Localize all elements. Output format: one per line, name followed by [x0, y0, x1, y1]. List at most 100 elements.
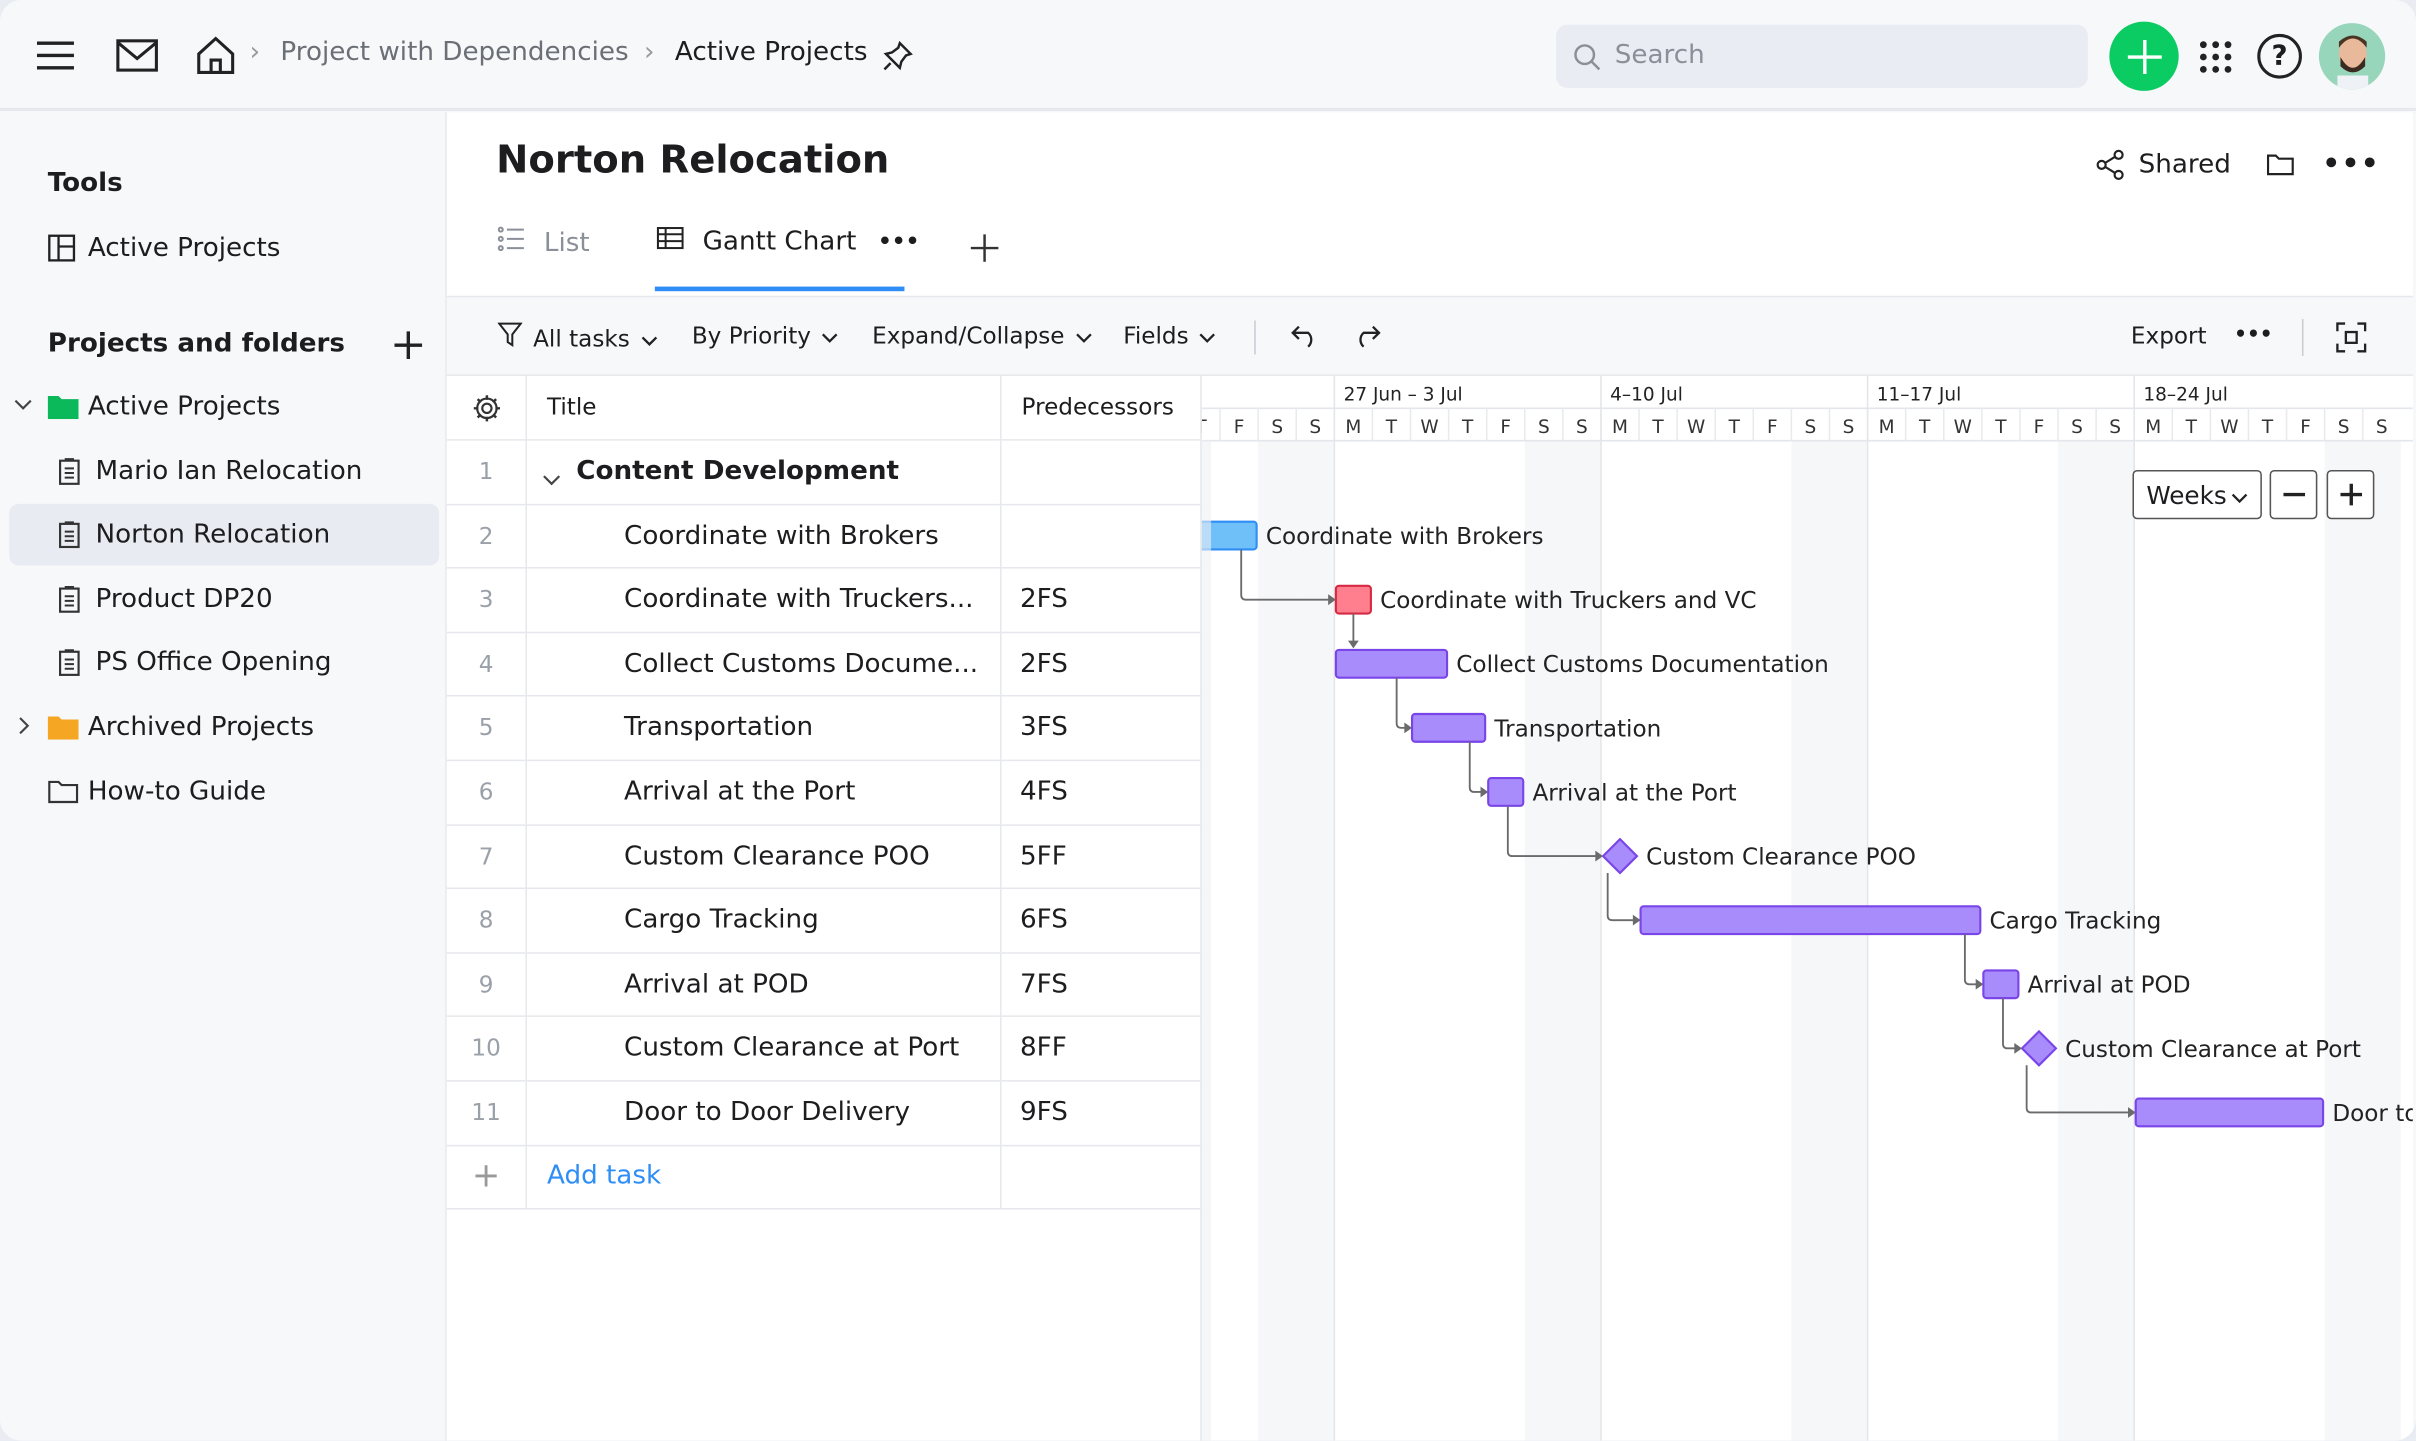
task-predecessors[interactable]: 3FS	[1020, 697, 1068, 760]
task-bar-label[interactable]: Transportation	[1493, 716, 1661, 742]
task-title[interactable]: Content Development	[527, 440, 1002, 504]
sidebar-item-product-dp20[interactable]: Product DP20	[9, 569, 439, 631]
sidebar-item-active-projects[interactable]: Active Projects	[9, 376, 439, 438]
table-row[interactable]: 10 Custom Clearance at Port 8FF	[446, 1017, 1201, 1082]
task-bar-label[interactable]: Collect Customs Documentation	[1456, 652, 1829, 678]
tab-gantt-chart[interactable]: Gantt Chart •••	[656, 226, 919, 257]
task-bar[interactable]	[1334, 648, 1449, 679]
sidebar-item-norton-relocation[interactable]: Norton Relocation	[9, 503, 440, 566]
task-bar-label[interactable]: Cargo Tracking	[1990, 909, 2162, 935]
table-row[interactable]: 3 Coordinate with Truckers... 2FS	[446, 568, 1201, 633]
task-bar-label[interactable]: Custom Clearance POO	[1646, 845, 1916, 871]
toolbar-more-icon[interactable]: •••	[2234, 324, 2272, 347]
table-row[interactable]: 8 Cargo Tracking 6FS	[446, 889, 1201, 954]
group-by-dropdown[interactable]: By Priority	[692, 322, 839, 350]
task-bar[interactable]	[2134, 1097, 2325, 1128]
task-bar[interactable]	[1334, 584, 1372, 615]
fields-dropdown[interactable]: Fields	[1123, 322, 1216, 350]
collapse-chevron-icon[interactable]	[542, 464, 561, 493]
task-bar[interactable]	[1639, 905, 1982, 936]
breadcrumb-project[interactable]: Project with Dependencies	[280, 37, 628, 68]
folder-icon[interactable]	[2263, 149, 2297, 180]
task-title[interactable]: Transportation	[527, 697, 1002, 760]
milestone-diamond[interactable]	[2020, 1029, 2058, 1067]
fullscreen-icon[interactable]	[2334, 320, 2368, 354]
table-row[interactable]: 7 Custom Clearance POO 5FF	[446, 825, 1201, 890]
task-title[interactable]: Door to Door Delivery	[527, 1081, 1002, 1145]
apps-grid-icon[interactable]	[2196, 37, 2236, 77]
task-bar-label[interactable]: Door to Door Delivery	[2332, 1101, 2413, 1127]
task-predecessors[interactable]: 5FF	[1020, 825, 1067, 888]
tab-list[interactable]: List	[497, 226, 590, 258]
task-predecessors[interactable]: 9FS	[1020, 1082, 1068, 1145]
task-predecessors[interactable]: 4FS	[1020, 761, 1068, 824]
task-predecessors[interactable]: 7FS	[1020, 953, 1068, 1016]
search-input[interactable]: Search	[1556, 24, 2088, 88]
undo-icon[interactable]	[1287, 320, 1324, 351]
task-bar-label[interactable]: Coordinate with Brokers	[1266, 524, 1544, 550]
chevron-right-icon[interactable]	[14, 715, 36, 737]
task-bar-label[interactable]: Coordinate with Truckers and VC	[1380, 588, 1756, 614]
table-row[interactable]: 9 Arrival at POD 7FS	[446, 953, 1201, 1018]
add-task-row[interactable]: + Add task	[446, 1144, 1201, 1209]
mail-icon[interactable]	[114, 34, 160, 77]
filter-dropdown[interactable]: All tasks	[497, 322, 658, 354]
user-avatar[interactable]	[2318, 23, 2386, 90]
zoom-in-button[interactable]	[2326, 469, 2375, 520]
timescale-select[interactable]: Weeks	[2132, 469, 2262, 520]
table-row[interactable]: 5 Transportation 3FS	[446, 697, 1201, 762]
task-title[interactable]: Cargo Tracking	[527, 889, 1002, 952]
add-view-button[interactable]	[968, 231, 1002, 265]
table-row[interactable]: 2 Coordinate with Brokers	[446, 504, 1201, 569]
column-header-title[interactable]: Title	[527, 375, 1002, 440]
task-bar-label[interactable]: Arrival at the Port	[1532, 780, 1736, 806]
sidebar-item-archived-projects[interactable]: Archived Projects	[9, 696, 439, 758]
create-new-button[interactable]	[2109, 21, 2179, 91]
task-title[interactable]: Arrival at the Port	[527, 761, 1002, 824]
table-row[interactable]: 4 Collect Customs Docume... 2FS	[446, 632, 1201, 698]
column-header-predecessors[interactable]: Predecessors	[1022, 376, 1174, 439]
task-bar[interactable]	[1487, 777, 1525, 807]
task-title[interactable]: Collect Customs Docume...	[527, 632, 1002, 696]
expand-collapse-dropdown[interactable]: Expand/Collapse	[872, 322, 1092, 350]
task-predecessors[interactable]: 8FF	[1020, 1018, 1067, 1081]
sidebar-item-active-projects-tool[interactable]: Active Projects	[9, 217, 439, 279]
tab-more-icon[interactable]: •••	[878, 230, 919, 255]
task-predecessors[interactable]: 2FS	[1020, 569, 1068, 632]
zoom-out-button[interactable]	[2269, 469, 2318, 520]
add-task-link[interactable]: Add task	[527, 1144, 1002, 1208]
day-letter: W	[2220, 417, 2238, 438]
sidebar-item-mario-ian-relocation[interactable]: Mario Ian Relocation	[9, 441, 439, 503]
gantt-toolbar: All tasks By Priority Expand/Collapse Fi…	[446, 295, 2413, 376]
task-title[interactable]: Custom Clearance at Port	[527, 1017, 1002, 1081]
task-bar[interactable]	[1410, 712, 1487, 743]
task-bar[interactable]	[1982, 969, 2020, 1000]
task-bar-label[interactable]: Arrival at POD	[2028, 973, 2191, 999]
task-bar-label[interactable]: Custom Clearance at Port	[2065, 1037, 2361, 1063]
home-icon[interactable]	[194, 32, 237, 78]
grid-settings-icon[interactable]	[447, 375, 527, 440]
more-options-icon[interactable]: •••	[2322, 146, 2378, 180]
table-group-row[interactable]: 1 Content Development	[446, 440, 1201, 505]
chevron-down-icon[interactable]	[12, 394, 34, 416]
sidebar-item-ps-office-opening[interactable]: PS Office Opening	[9, 632, 439, 694]
help-icon[interactable]: ?	[2257, 33, 2302, 79]
task-title[interactable]: Coordinate with Brokers	[527, 504, 1002, 568]
task-predecessors[interactable]: 6FS	[1020, 889, 1068, 952]
table-row[interactable]: 6 Arrival at the Port 4FS	[446, 761, 1201, 826]
hamburger-menu-icon[interactable]	[34, 34, 77, 77]
day-letter: F	[1767, 417, 1778, 438]
sidebar-item-how-to-guide[interactable]: How-to Guide	[9, 761, 439, 823]
table-row[interactable]: 11 Door to Door Delivery 9FS	[446, 1081, 1201, 1146]
add-project-button[interactable]	[391, 328, 425, 362]
pin-icon[interactable]	[881, 39, 915, 73]
shared-button[interactable]: Shared	[2095, 146, 2231, 183]
redo-icon[interactable]	[1348, 320, 1385, 351]
export-button[interactable]: Export	[2131, 322, 2207, 350]
breadcrumb-active-projects[interactable]: Active Projects	[675, 37, 868, 68]
task-predecessors[interactable]: 2FS	[1020, 633, 1068, 696]
milestone-diamond[interactable]	[1601, 837, 1639, 875]
task-title[interactable]: Custom Clearance POO	[527, 825, 1002, 888]
task-title[interactable]: Coordinate with Truckers...	[527, 568, 1002, 632]
task-title[interactable]: Arrival at POD	[527, 953, 1002, 1016]
